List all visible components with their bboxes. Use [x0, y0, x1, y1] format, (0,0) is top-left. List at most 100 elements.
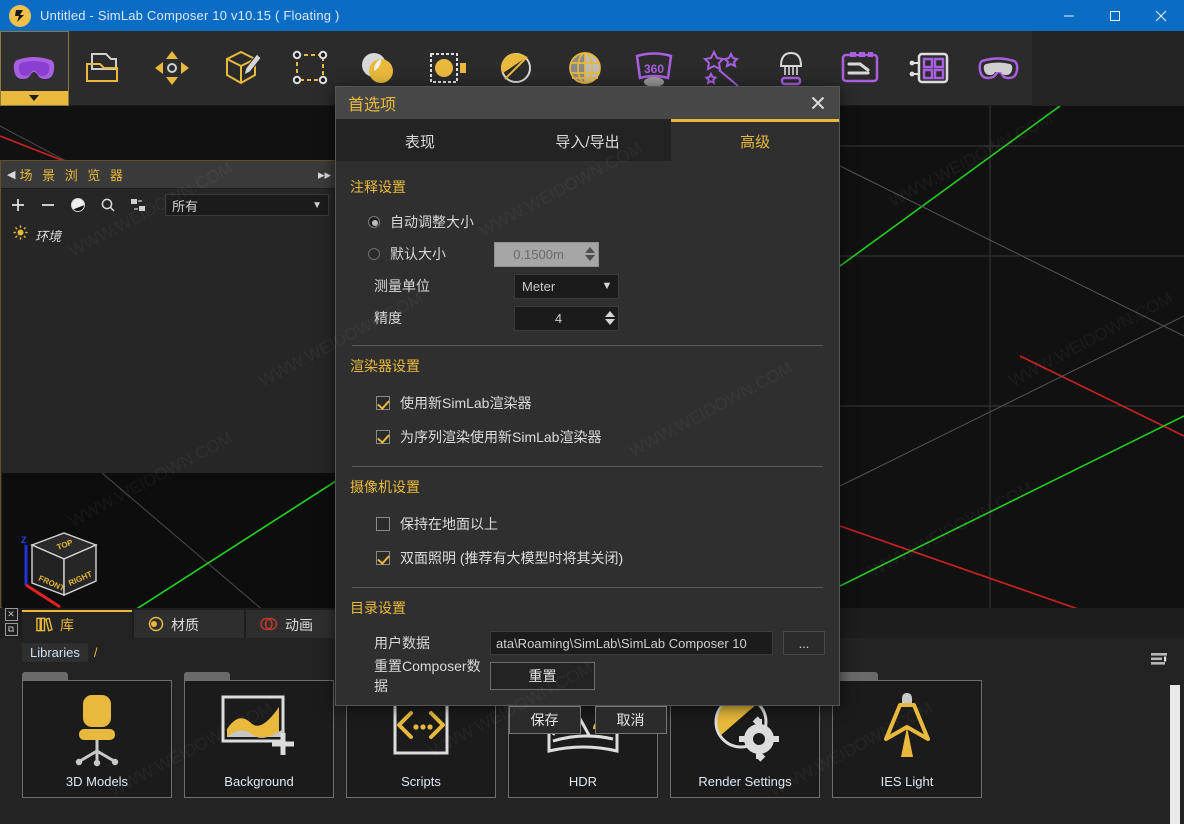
toolbar-item-open-file[interactable] — [69, 31, 138, 106]
close-icon[interactable] — [805, 90, 831, 116]
user-data-path-input[interactable]: ata\Roaming\SimLab\SimLab Composer 10 — [490, 631, 773, 655]
float-square-icon[interactable]: ⧉ — [4, 623, 18, 636]
double-chevron-right-icon[interactable]: ▸▸ — [318, 167, 331, 183]
divider — [352, 345, 823, 346]
toolbar-item-grid-layout[interactable] — [894, 31, 963, 106]
divider — [352, 466, 823, 467]
breadcrumb-root[interactable]: Libraries — [22, 642, 88, 662]
cancel-button[interactable]: 取消 — [594, 706, 667, 734]
office-chair-icon — [75, 695, 119, 767]
browse-button[interactable]: ... — [783, 631, 825, 655]
library-scrollbar[interactable] — [1170, 685, 1180, 824]
list-view-icon[interactable] — [1151, 652, 1171, 673]
row-unit: 测量单位 Meter ▼ — [350, 271, 825, 301]
checkbox-keep-above-ground[interactable] — [376, 517, 390, 531]
desk-lamp-icon — [780, 51, 803, 86]
svg-text:360: 360 — [644, 62, 664, 76]
checkbox-new-renderer-label: 使用新SimLab渲染器 — [400, 395, 532, 411]
checkbox-sequence-renderer[interactable] — [376, 430, 390, 444]
library-tab-library[interactable]: 库 — [22, 610, 132, 638]
animation-rings-icon — [260, 616, 278, 635]
scene-browser-title: 场 景 浏 览 器 — [19, 168, 126, 183]
checkbox-row-sequence-renderer[interactable]: 为序列渲染使用新SimLab渲染器 — [350, 420, 825, 454]
precision-spinner[interactable]: 4 — [514, 305, 619, 331]
dialog-tabs: 表现 导入/导出 高级 — [336, 119, 840, 161]
precision-value: 4 — [554, 310, 563, 326]
globe-wire-icon — [568, 52, 601, 84]
checkbox-new-renderer[interactable] — [376, 396, 390, 410]
default-size-spinner: 0.1500m — [494, 241, 599, 267]
close-square-icon[interactable]: ✕ — [4, 608, 18, 621]
open-folder-icon — [86, 53, 119, 82]
checkbox-row-keep-above-ground[interactable]: 保持在地面以上 — [350, 507, 825, 541]
chevron-left-icon[interactable]: ◀ — [7, 168, 15, 181]
toolbar-item-vr-viewer[interactable] — [963, 31, 1032, 106]
radio-row-auto-size[interactable]: 自动调整大小 — [350, 207, 825, 237]
swap-nodes-icon[interactable] — [129, 196, 147, 214]
checkbox-row-new-renderer[interactable]: 使用新SimLab渲染器 — [350, 386, 825, 420]
user-data-label: 用户数据 — [374, 635, 430, 651]
render-frame-icon — [430, 53, 467, 83]
vr-goggles-icon — [978, 57, 1019, 80]
tab-advanced[interactable]: 高级 — [671, 119, 840, 161]
checkbox-row-double-sided-lighting[interactable]: 双面照明 (推荐有大模型时将其关闭) — [350, 541, 825, 575]
toolbar-item-select-region[interactable] — [275, 31, 344, 106]
material-sphere-icon — [148, 616, 164, 635]
scene-tree-item-environment[interactable]: 环境 — [1, 221, 337, 249]
simlab-logo-icon — [9, 4, 31, 27]
move-arrows-icon — [155, 51, 190, 85]
reset-button[interactable]: 重置 — [490, 662, 595, 690]
scene-browser-panel: ◀ 场 景 浏 览 器 ▸▸ 所有 ▼ 环境 TOP FRONT RIGHT Z — [0, 160, 338, 635]
unit-dropdown[interactable]: Meter ▼ — [514, 273, 619, 299]
spheres-render-icon — [362, 53, 394, 83]
dashed-selection-icon — [292, 50, 327, 85]
cube-pen-icon — [225, 50, 262, 85]
maximize-button[interactable] — [1092, 0, 1138, 31]
toolbar-dropdown-indicator[interactable] — [1, 90, 68, 105]
toolbar-item-vr-mode[interactable] — [0, 30, 69, 106]
save-button[interactable]: 保存 — [508, 706, 581, 734]
library-item-3d-models[interactable]: 3D Models — [22, 672, 172, 798]
checkbox-keep-above-ground-label: 保持在地面以上 — [400, 516, 498, 532]
nav-cube: TOP FRONT RIGHT — [30, 532, 98, 597]
scene-filter-dropdown[interactable]: 所有 ▼ — [165, 194, 329, 216]
preferences-dialog: 首选项 表现 导入/导出 高级 注释设置 自动调整大小 默认大小 0.1500m — [335, 86, 840, 734]
checkbox-double-sided-lighting[interactable] — [376, 551, 390, 565]
radio-row-default-size[interactable]: 默认大小 0.1500m — [350, 239, 825, 269]
books-icon — [36, 616, 53, 635]
tab-import-export[interactable]: 导入/导出 — [503, 119, 672, 161]
spinner-arrows[interactable] — [602, 307, 618, 330]
scrollbar-thumb[interactable] — [1170, 685, 1180, 824]
library-item-ies-light[interactable]: IES Light — [832, 672, 982, 798]
library-tab-materials[interactable]: 材质 — [134, 610, 244, 638]
toolbar-item-move-tool[interactable] — [138, 31, 207, 106]
sphere-slash-icon — [501, 53, 531, 83]
toolbar-item-edit-object[interactable] — [206, 31, 275, 106]
window-controls — [1046, 0, 1184, 31]
divider — [352, 587, 823, 588]
magic-wand-stars-icon — [703, 49, 740, 87]
radio-default-size[interactable] — [368, 248, 380, 260]
magnifier-icon[interactable] — [99, 196, 117, 214]
tab-appearance[interactable]: 表现 — [336, 119, 504, 161]
flowchart-icon — [841, 52, 879, 83]
radio-auto-size[interactable] — [368, 216, 380, 228]
library-tab-label: 动画 — [285, 617, 313, 633]
library-item-label: Render Settings — [698, 774, 792, 789]
breadcrumb-separator: / — [93, 644, 98, 660]
section-title-camera: 摄像机设置 — [350, 479, 420, 495]
library-tab-label: 库 — [60, 617, 74, 633]
minus-icon[interactable] — [39, 196, 57, 214]
dialog-titlebar: 首选项 — [336, 87, 839, 119]
svg-text:Z: Z — [21, 535, 27, 545]
library-tab-label: 材质 — [171, 617, 199, 633]
folder-tab — [184, 672, 230, 680]
library-item-background[interactable]: Background — [184, 672, 334, 798]
window-titlebar: Untitled - SimLab Composer 10 v10.15 ( F… — [0, 0, 1184, 31]
minimize-button[interactable] — [1046, 0, 1092, 31]
plus-icon[interactable] — [9, 196, 27, 214]
library-item-label: HDR — [568, 774, 598, 789]
half-sphere-icon[interactable] — [69, 196, 87, 214]
close-button[interactable] — [1138, 0, 1184, 31]
scene-browser-toolbar: 所有 ▼ — [1, 189, 337, 221]
